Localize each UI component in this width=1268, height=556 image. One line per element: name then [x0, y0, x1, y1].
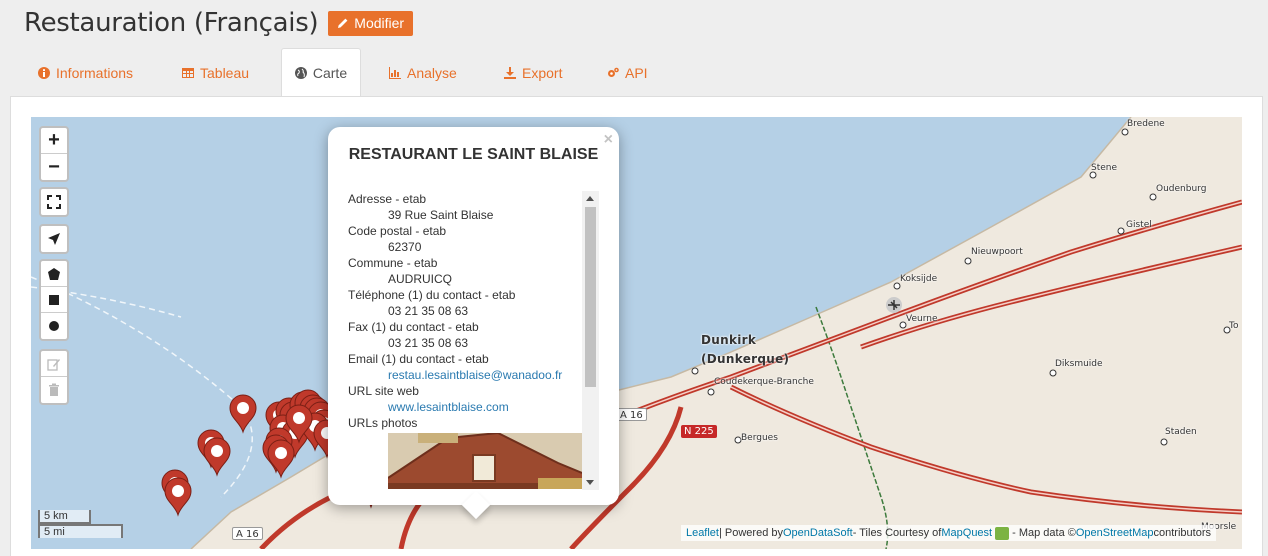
- tab-label: Analyse: [407, 64, 457, 81]
- opendatasoft-link[interactable]: OpenDataSoft: [783, 526, 853, 540]
- field-label: Fax (1) du contact - etab: [348, 320, 479, 334]
- attribution-text: contributors: [1153, 527, 1211, 539]
- pencil-icon: [338, 18, 348, 28]
- website-link[interactable]: www.lesaintblaise.com: [348, 399, 599, 415]
- field-value: 39 Rue Saint Blaise: [388, 208, 494, 222]
- field-label: URLs photos: [348, 416, 418, 430]
- map-marker[interactable]: [229, 394, 257, 434]
- download-icon: [504, 66, 516, 79]
- tab-api[interactable]: API: [607, 48, 648, 97]
- fullscreen-control: [39, 187, 69, 217]
- openstreetmap-link[interactable]: OpenStreetMap: [1076, 526, 1154, 540]
- map[interactable]: Bredene Stene Oudenburg Gistel Nieuwpoor…: [31, 117, 1242, 549]
- info-circle-icon: [38, 66, 50, 79]
- circle-icon: [49, 321, 59, 331]
- scroll-down-arrow-icon[interactable]: [586, 480, 594, 485]
- draw-polygon-button[interactable]: [41, 261, 67, 287]
- page-title: Restauration (Français): [24, 8, 319, 38]
- attribution-text: - Map data ©: [1012, 527, 1076, 539]
- tab-carte[interactable]: Carte: [281, 48, 361, 98]
- zoom-in-button[interactable]: +: [41, 128, 67, 154]
- map-popup: × RESTAURANT LE SAINT BLAISE Adresse - e…: [328, 127, 619, 520]
- map-attribution: Leaflet | Powered by OpenDataSoft - Tile…: [680, 525, 1216, 541]
- leaflet-link[interactable]: Leaflet: [686, 526, 719, 540]
- fullscreen-icon: [47, 195, 61, 209]
- attribution-text: - Tiles Courtesy of: [852, 527, 942, 539]
- scale-mi: 5 mi: [38, 524, 123, 538]
- polygon-icon: [48, 267, 60, 280]
- field-label: Code postal - etab: [348, 224, 447, 238]
- draw-circle-button[interactable]: [41, 313, 67, 339]
- bar-chart-icon: [389, 66, 401, 79]
- scale-km: 5 km: [38, 510, 91, 524]
- location-arrow-icon: [48, 233, 60, 245]
- popup-title: RESTAURANT LE SAINT BLAISE: [348, 146, 599, 163]
- edit-button[interactable]: Modifier: [328, 10, 414, 36]
- map-marker[interactable]: [267, 439, 295, 479]
- field-value: 62370: [388, 240, 422, 254]
- field-label: Email (1) du contact - etab: [348, 352, 489, 366]
- field-label: Adresse - etab: [348, 192, 427, 206]
- draw-control: [39, 259, 69, 341]
- page-header: Restauration (Français) Modifier: [24, 6, 414, 40]
- locate-button[interactable]: [41, 226, 67, 252]
- field-value: 03 21 35 08 63: [388, 336, 469, 350]
- tab-label: Export: [522, 64, 563, 81]
- cogs-icon: [608, 67, 619, 77]
- tab-label: Carte: [312, 65, 348, 81]
- tab-label: Tableau: [200, 64, 250, 81]
- tab-bar: Informations Tableau Carte Analyse Expor…: [10, 48, 1263, 98]
- field-label: URL site web: [348, 384, 419, 398]
- edit-layers-button[interactable]: [41, 351, 67, 377]
- edit-button-label: Modifier: [354, 15, 405, 31]
- map-marker[interactable]: [164, 477, 192, 517]
- tab-label: API: [625, 64, 648, 81]
- square-icon: [49, 294, 59, 305]
- field-label: Téléphone (1) du contact - etab: [348, 288, 516, 302]
- tab-informations[interactable]: Informations: [38, 48, 133, 97]
- attribution-text: | Powered by: [718, 527, 783, 539]
- popup-scrollbar[interactable]: [582, 191, 599, 490]
- tab-analyse[interactable]: Analyse: [389, 48, 457, 97]
- field-label: Commune - etab: [348, 256, 438, 270]
- marker-layer: [161, 389, 385, 517]
- zoom-out-button[interactable]: −: [41, 154, 67, 180]
- map-scale: 5 km 5 mi: [38, 510, 123, 538]
- globe-icon: [294, 67, 307, 79]
- trash-icon: [49, 383, 59, 396]
- tab-label: Informations: [56, 64, 134, 81]
- edit-icon: [47, 358, 60, 371]
- table-icon: [182, 67, 194, 78]
- scroll-up-arrow-icon[interactable]: [586, 196, 594, 201]
- edit-control: [39, 349, 69, 405]
- fullscreen-button[interactable]: [41, 189, 67, 215]
- scrollbar-thumb[interactable]: [585, 207, 596, 387]
- restaurant-photo[interactable]: [387, 431, 583, 489]
- popup-content: Adresse - etab 39 Rue Saint Blaise Code …: [348, 191, 599, 489]
- mapquest-link[interactable]: MapQuest: [941, 526, 992, 540]
- email-link[interactable]: restau.lesaintblaise@wanadoo.fr: [348, 367, 599, 383]
- delete-layers-button[interactable]: [41, 377, 67, 403]
- mapquest-logo-icon: [995, 526, 1010, 540]
- field-value: 03 21 35 08 63: [388, 304, 469, 318]
- tab-tableau[interactable]: Tableau: [182, 48, 249, 97]
- zoom-control: + −: [39, 126, 69, 182]
- map-marker[interactable]: [203, 437, 231, 477]
- tab-export[interactable]: Export: [504, 48, 562, 97]
- field-value: AUDRUICQ: [388, 272, 453, 286]
- popup-close-button[interactable]: ×: [604, 131, 613, 149]
- draw-rectangle-button[interactable]: [41, 287, 67, 313]
- locate-control: [39, 224, 69, 254]
